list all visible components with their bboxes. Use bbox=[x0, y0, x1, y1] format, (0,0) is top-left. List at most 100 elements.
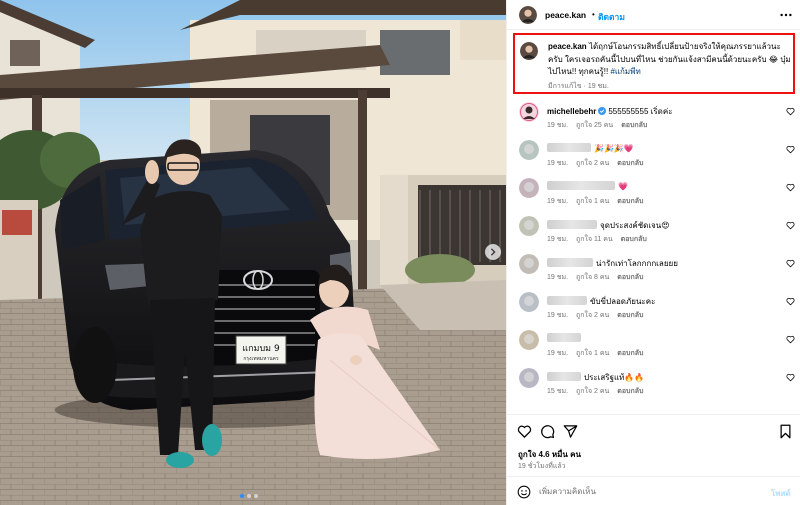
comment-text-line: จุดประสงค์ชัดเจน😍 bbox=[547, 219, 670, 232]
reply-button[interactable]: ตอบกลับ bbox=[617, 312, 643, 319]
like-count[interactable]: ถูกใจ 4.6 หมื่น คน bbox=[518, 448, 581, 461]
caption-highlight: peace.kan ได้ฤกษ์โอนกรรมสิทธิ์เปลี่ยนป้า… bbox=[513, 33, 795, 94]
avatar[interactable] bbox=[520, 42, 538, 60]
comment-row: จุดประสงค์ชัดเจน😍 19 ชม. ถูกใจ 11 คน ตอบกลั… bbox=[507, 216, 800, 256]
comment-meta: 19 ชม. ถูกใจ 2 คน ตอบกลับ bbox=[547, 310, 651, 321]
comment-row: michellebehr 555555555 เริ่ดค่ะ 19 ชม. ถูกใ… bbox=[507, 102, 800, 142]
reply-button[interactable]: ตอบกลับ bbox=[621, 236, 647, 243]
blurred-username[interactable] bbox=[547, 296, 587, 305]
reply-button[interactable]: ตอบกลับ bbox=[617, 274, 643, 281]
bookmark-icon[interactable] bbox=[778, 424, 793, 439]
carousel-dot bbox=[247, 494, 251, 498]
comment-body: ประเสริฐแท้🔥🔥 bbox=[584, 373, 645, 382]
share-icon[interactable] bbox=[563, 424, 578, 439]
blurred-username[interactable] bbox=[547, 143, 591, 152]
avatar[interactable] bbox=[519, 102, 539, 122]
heart-icon[interactable] bbox=[517, 424, 532, 439]
action-bar: ถูกใจ 4.6 หมื่น คน 19 ชั่วโมงที่แล้ว bbox=[507, 414, 800, 484]
comment-meta: 19 ชม. ถูกใจ 11 คน ตอบกลับ bbox=[547, 234, 655, 245]
comment-likes[interactable]: ถูกใจ 11 คน bbox=[576, 236, 613, 243]
comment-meta: 19 ชม. ถูกใจ 1 คน ตอบกลับ bbox=[547, 348, 651, 359]
heart-icon[interactable] bbox=[786, 221, 795, 230]
comment-row: ประเสริฐแท้🔥🔥 15 ชม. ถูกใจ 2 คน ตอบกลับ bbox=[507, 368, 800, 408]
comment-text-line: ขับขี่ปลอดภัยนะคะ bbox=[547, 295, 655, 308]
post-photo: แกมบม 9 กรุงเทพมหานคร bbox=[0, 0, 506, 505]
reply-button[interactable]: ตอบกลับ bbox=[617, 198, 643, 205]
post-side-panel: peace.kan • ติดตาม peace.kan ได้ฤกษ์โอนก… bbox=[506, 0, 800, 505]
heart-icon[interactable] bbox=[786, 373, 795, 382]
comment-text-line bbox=[547, 333, 584, 343]
comment-row: 💗 19 ชม. ถูกใจ 1 คน ตอบกลับ bbox=[507, 178, 800, 218]
license-plate-province: กรุงเทพมหานคร bbox=[243, 356, 279, 362]
blurred-username[interactable] bbox=[547, 333, 581, 342]
caption-hashtag[interactable]: #แก้มพีท bbox=[610, 67, 640, 76]
comment-time: 19 ชม. bbox=[547, 274, 569, 281]
reply-button[interactable]: ตอบกลับ bbox=[617, 160, 643, 167]
comment-likes[interactable]: ถูกใจ 8 คน bbox=[576, 274, 609, 281]
comment-meta: 19 ชม. ถูกใจ 8 คน ตอบกลับ bbox=[547, 272, 651, 283]
heart-icon[interactable] bbox=[786, 259, 795, 268]
emoji-icon[interactable] bbox=[517, 485, 531, 499]
post-header: peace.kan • ติดตาม bbox=[507, 0, 800, 30]
comment-meta: 19 ชม. ถูกใจ 2 คน ตอบกลับ bbox=[547, 158, 651, 169]
photo-scene: แกมบม 9 กรุงเทพมหานคร bbox=[0, 0, 506, 505]
chevron-right-icon bbox=[490, 248, 496, 256]
comment-likes[interactable]: ถูกใจ 2 คน bbox=[576, 388, 609, 395]
comment-likes[interactable]: ถูกใจ 1 คน bbox=[576, 198, 609, 205]
comment-row: 19 ชม. ถูกใจ 1 คน ตอบกลับ bbox=[507, 330, 800, 370]
post-timestamp: 19 ชั่วโมงที่แล้ว bbox=[518, 463, 566, 470]
carousel-dot bbox=[240, 494, 244, 498]
reply-button[interactable]: ตอบกลับ bbox=[617, 350, 643, 357]
reply-button[interactable]: ตอบกลับ bbox=[621, 122, 647, 129]
avatar[interactable] bbox=[519, 330, 539, 350]
avatar[interactable] bbox=[519, 216, 539, 236]
avatar[interactable] bbox=[519, 292, 539, 312]
avatar[interactable] bbox=[519, 178, 539, 198]
comment-likes[interactable]: ถูกใจ 2 คน bbox=[576, 312, 609, 319]
blurred-username[interactable] bbox=[547, 181, 615, 190]
caption-username[interactable]: peace.kan bbox=[548, 42, 587, 51]
more-icon[interactable] bbox=[779, 8, 793, 22]
avatar[interactable] bbox=[519, 140, 539, 160]
comment-body: 💗 bbox=[618, 182, 628, 191]
comment-time: 19 ชม. bbox=[547, 312, 569, 319]
heart-icon[interactable] bbox=[786, 335, 795, 344]
heart-icon[interactable] bbox=[786, 107, 795, 116]
avatar[interactable] bbox=[519, 6, 537, 24]
comment-text-line: 🎉🎉🎉💗 bbox=[547, 143, 634, 153]
post-username[interactable]: peace.kan bbox=[545, 10, 586, 20]
blurred-username[interactable] bbox=[547, 372, 581, 381]
comment-time: 19 ชม. bbox=[547, 198, 569, 205]
comment-time: 15 ชม. bbox=[547, 388, 569, 395]
comment-likes[interactable]: ถูกใจ 2 คน bbox=[576, 160, 609, 167]
license-plate-number: แกมบม 9 bbox=[242, 344, 280, 354]
comment-row: ขับขี่ปลอดภัยนะคะ 19 ชม. ถูกใจ 2 คน ตอบกลับ bbox=[507, 292, 800, 332]
comment-time: 19 ชม. bbox=[547, 350, 569, 357]
comment-input[interactable] bbox=[539, 483, 759, 500]
heart-icon[interactable] bbox=[786, 183, 795, 192]
post-comment-button[interactable]: โพสต์ bbox=[771, 487, 791, 500]
follow-button[interactable]: ติดตาม bbox=[598, 10, 625, 24]
carousel-dot bbox=[254, 494, 258, 498]
carousel-next-button[interactable] bbox=[485, 244, 501, 260]
comment-likes[interactable]: ถูกใจ 1 คน bbox=[576, 350, 609, 357]
comment-likes[interactable]: ถูกใจ 25 คน bbox=[576, 122, 613, 129]
carousel-dots bbox=[240, 494, 258, 498]
blurred-username[interactable] bbox=[547, 258, 593, 267]
comment-icon[interactable] bbox=[540, 424, 555, 439]
comment-body: 🎉🎉🎉💗 bbox=[594, 144, 634, 153]
comment-text-line: ประเสริฐแท้🔥🔥 bbox=[547, 371, 644, 384]
comment-body: น่ารักเท่าโลกกกกเลยยย bbox=[596, 259, 678, 268]
comment-meta: 19 ชม. ถูกใจ 1 คน ตอบกลับ bbox=[547, 196, 651, 207]
comment-row: น่ารักเท่าโลกกกกเลยยย 19 ชม. ถูกใจ 8 คน ตอบ… bbox=[507, 254, 800, 294]
comment-username[interactable]: michellebehr bbox=[547, 107, 596, 116]
avatar[interactable] bbox=[519, 254, 539, 274]
blurred-username[interactable] bbox=[547, 220, 597, 229]
avatar[interactable] bbox=[519, 368, 539, 388]
comment-meta: 19 ชม. ถูกใจ 25 คน ตอบกลับ bbox=[547, 120, 655, 131]
heart-icon[interactable] bbox=[786, 297, 795, 306]
heart-icon[interactable] bbox=[786, 145, 795, 154]
reply-button[interactable]: ตอบกลับ bbox=[617, 388, 643, 395]
verified-icon bbox=[598, 107, 607, 115]
comment-text-line: michellebehr 555555555 เริ่ดค่ะ bbox=[547, 105, 673, 118]
